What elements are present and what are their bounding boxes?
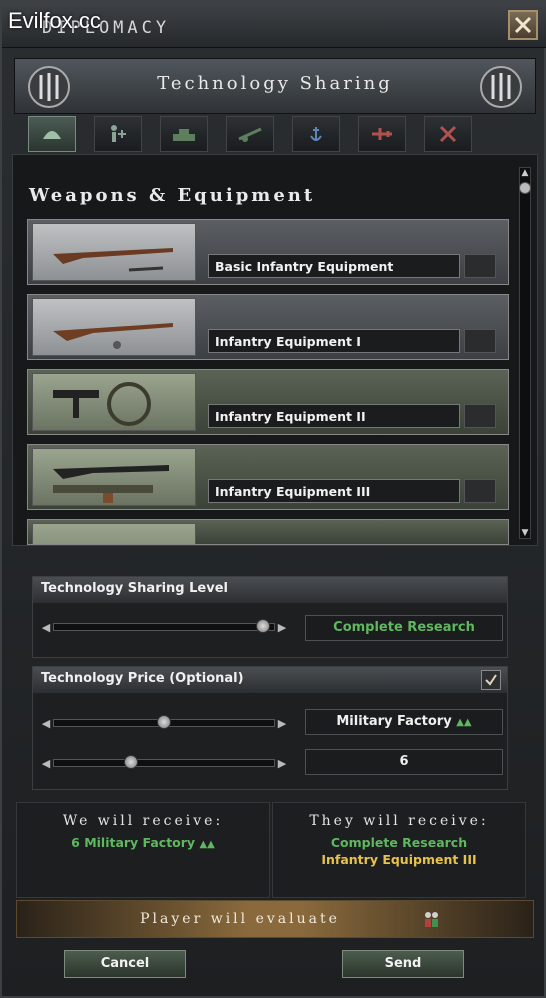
price-checkbox[interactable] [481,670,501,690]
rifle-icon [53,248,173,272]
submachine-gun-icon [53,382,151,426]
tech-name: Infantry Equipment III [208,479,460,503]
slider-knob[interactable] [157,715,171,729]
price-amount-value: 6 [305,749,503,775]
category-heading: Weapons & Equipment [29,185,316,206]
assault-rifle-icon [53,465,169,503]
close-x-icon [514,16,532,34]
sharing-level-value: Complete Research [305,615,503,641]
list-scrollbar[interactable]: ▲ ▼ [519,167,531,539]
rifle-icon [53,323,173,349]
tab-industry[interactable] [424,116,472,152]
artillery-icon [238,127,262,142]
tab-armor[interactable] [160,116,208,152]
aircraft-icon [372,128,392,140]
watermark: Evilfox.cc [8,8,101,33]
tech-image [32,523,196,544]
we-receive-panel: We will receive: 6 Military Factory ▲▲ [16,802,270,898]
tech-image [32,298,196,356]
military-factory-icon: ▲▲ [456,717,472,728]
we-receive-title: We will receive: [62,813,224,829]
tech-image [32,223,196,281]
infantry-helmet-icon [43,131,61,139]
they-receive-title: They will receive: [309,813,489,829]
sharing-level-slider[interactable]: ◀ ▶ [39,617,289,637]
people-icon [425,912,438,927]
they-receive-line-1: Complete Research [330,835,468,850]
slider-track[interactable] [53,715,275,729]
technology-price-label: Technology Price (Optional) [33,667,507,693]
we-receive-line: 6 Military Factory ▲▲ [17,835,269,850]
emblem-icon [480,66,522,108]
tech-item[interactable]: Infantry Equipment III [27,444,509,510]
checkmark-icon [485,674,497,686]
tab-infantry[interactable] [28,116,76,152]
tab-support[interactable] [94,116,142,152]
they-receive-line-2: Infantry Equipment III [321,852,477,867]
evaluation-text: Player will evaluate [140,911,340,927]
slider-right-arrow-icon[interactable]: ▶ [275,717,289,730]
slider-right-arrow-icon[interactable]: ▶ [275,621,289,634]
tab-air[interactable] [358,116,406,152]
tech-item[interactable]: Infantry Equipment I [27,294,509,360]
technology-sharing-header: Technology Sharing [14,58,536,114]
tank-icon [173,129,195,141]
slider-right-arrow-icon[interactable]: ▶ [275,757,289,770]
scroll-up-icon[interactable]: ▲ [520,168,530,178]
slider-left-arrow-icon[interactable]: ◀ [39,717,53,730]
tech-name: Infantry Equipment II [208,404,460,428]
cancel-button[interactable]: Cancel [64,950,186,978]
they-receive-panel: They will receive: Complete Research Inf… [272,802,526,898]
tech-slot [464,329,496,353]
close-button[interactable] [508,10,538,40]
scroll-down-icon[interactable]: ▼ [520,528,530,538]
technology-price-label-text: Technology Price (Optional) [41,671,244,686]
diplomacy-window: DIPLOMACY Evilfox.cc Technology Sharing [0,0,546,998]
we-receive-text: 6 Military Factory [71,835,196,850]
category-tabs [28,116,524,154]
military-factory-icon: ▲▲ [199,839,215,850]
slider-left-arrow-icon[interactable]: ◀ [39,757,53,770]
support-soldiers-icon [111,125,126,142]
naval-anchor-icon [310,127,322,141]
evaluation-bar: Player will evaluate [16,900,534,938]
tech-item[interactable]: Infantry Equipment II [27,369,509,435]
scroll-knob[interactable] [519,182,531,194]
slider-track[interactable] [53,619,275,633]
crossed-tools-icon [439,125,457,143]
tab-naval[interactable] [292,116,340,152]
tech-image [32,448,196,506]
tech-image [32,373,196,431]
technology-price-section: Technology Price (Optional) ◀ ▶ Military… [32,666,508,790]
sharing-level-label: Technology Sharing Level [33,577,507,603]
sharing-level-section: Technology Sharing Level ◀ ▶ Complete Re… [32,576,508,658]
price-amount-slider[interactable]: ◀ ▶ [39,753,289,773]
window-titlebar: DIPLOMACY Evilfox.cc [2,2,546,48]
tab-artillery[interactable] [226,116,274,152]
slider-knob[interactable] [124,755,138,769]
slider-left-arrow-icon[interactable]: ◀ [39,621,53,634]
slider-knob[interactable] [255,619,270,633]
price-type-text: Military Factory [336,714,452,729]
price-type-slider[interactable]: ◀ ▶ [39,713,289,733]
tech-name: Infantry Equipment I [208,329,460,353]
tech-item-partial[interactable] [27,519,509,545]
tech-name: Basic Infantry Equipment [208,254,460,278]
technology-sharing-title: Technology Sharing [157,73,393,94]
technology-list-panel: Weapons & Equipment Basic Infantry Equip… [12,154,538,546]
tech-slot [464,404,496,428]
tech-slot [464,479,496,503]
tech-slot [464,254,496,278]
slider-track[interactable] [53,755,275,769]
send-button[interactable]: Send [342,950,464,978]
price-type-value: Military Factory ▲▲ [305,709,503,735]
tech-item[interactable]: Basic Infantry Equipment [27,219,509,285]
